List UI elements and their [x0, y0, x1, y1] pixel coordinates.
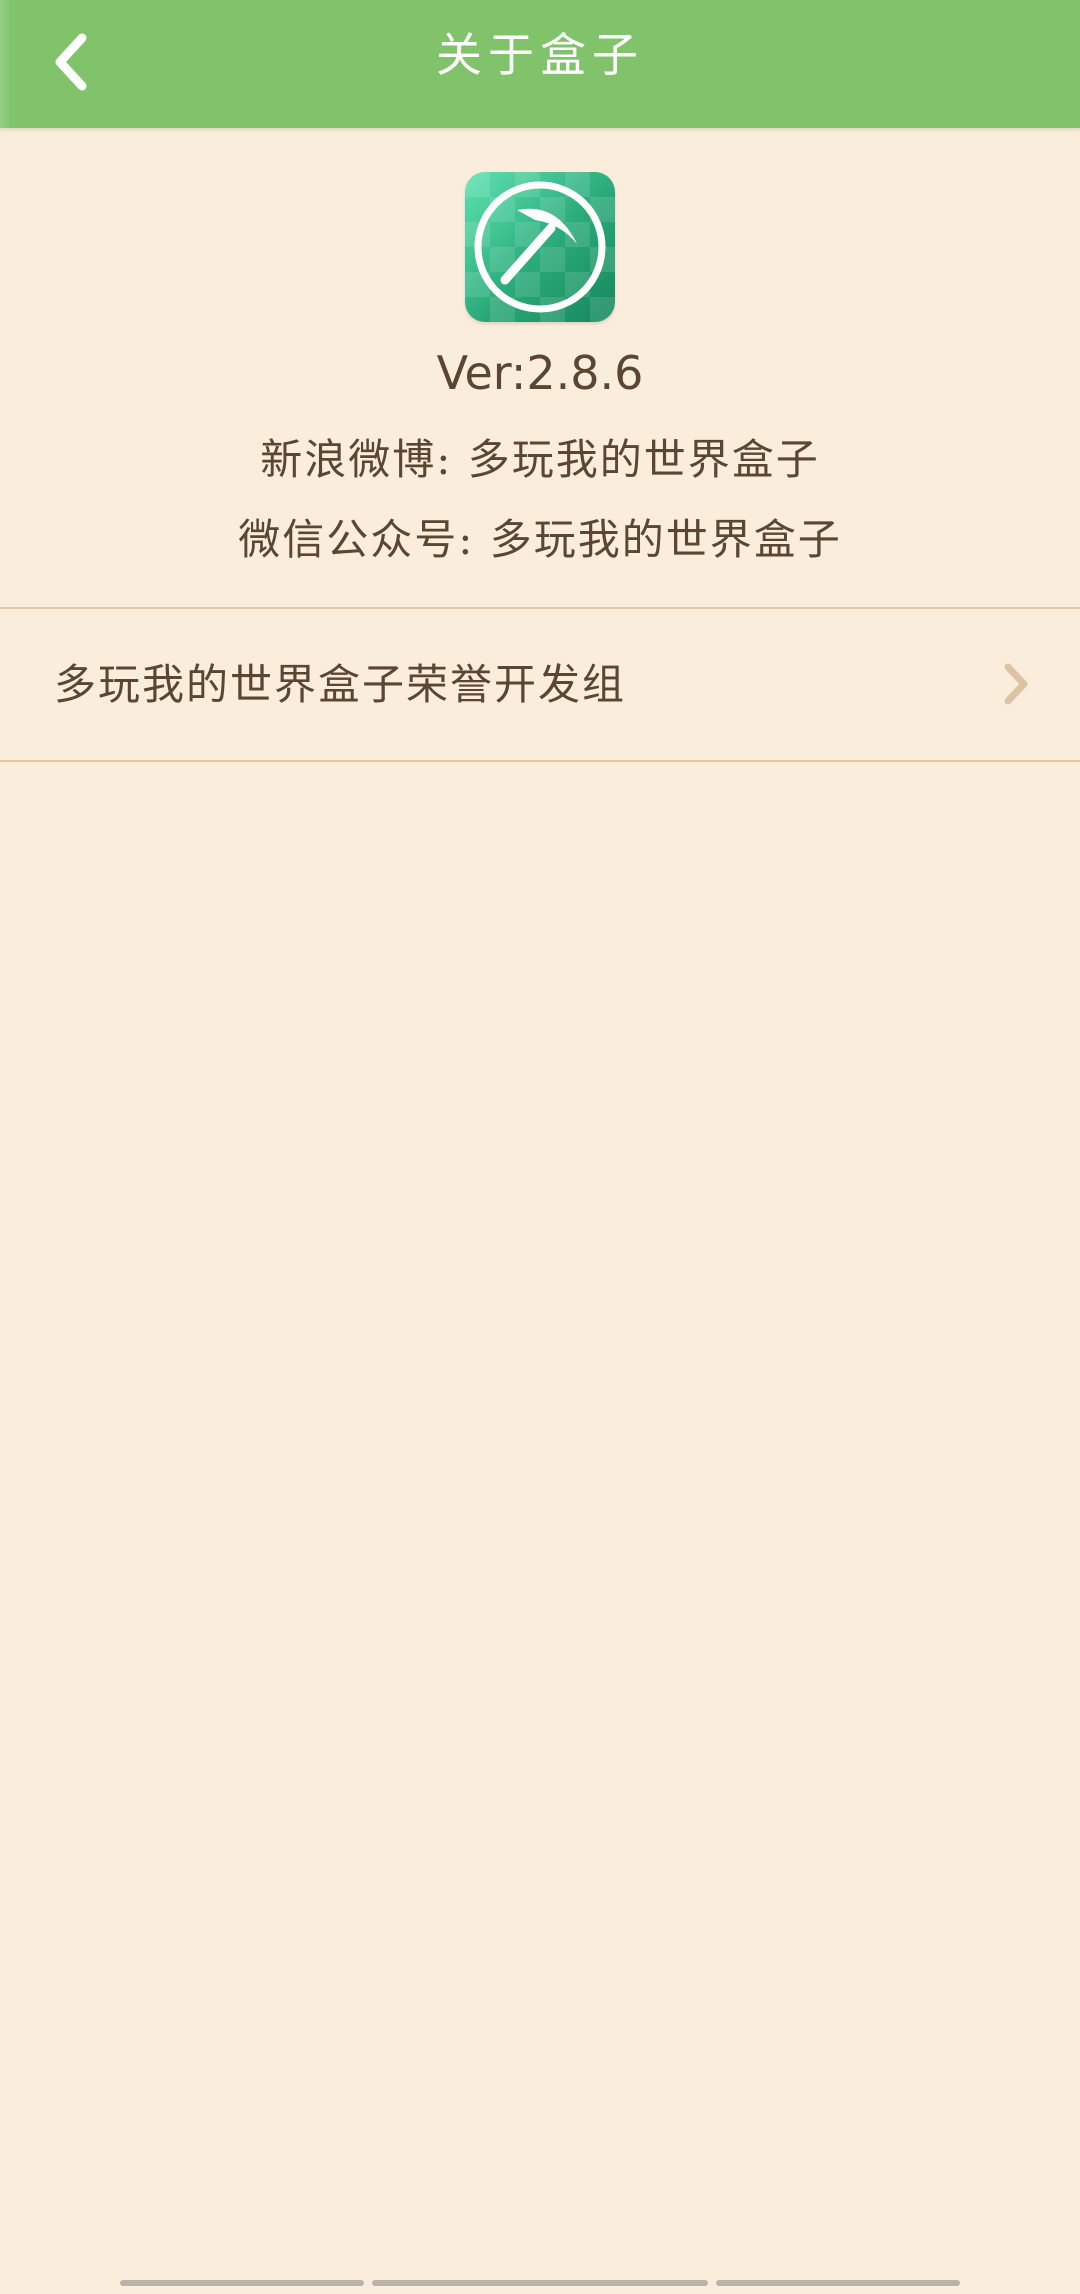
app-bar: 关于盒子	[0, 0, 1080, 128]
gesture-segment-middle	[372, 2280, 708, 2286]
divider	[0, 760, 1080, 762]
gesture-segment-left	[120, 2280, 364, 2286]
wechat-text: 微信公众号: 多玩我的世界盒子	[238, 515, 842, 564]
page-title: 关于盒子	[436, 28, 644, 82]
pickaxe-icon	[465, 172, 615, 322]
gesture-bar	[0, 2280, 1080, 2288]
about-hero: Ver:2.8.6 新浪微博: 多玩我的世界盒子 微信公众号: 多玩我的世界盒子	[0, 128, 1080, 608]
list-item-dev-team[interactable]: 多玩我的世界盒子荣誉开发组	[0, 609, 1080, 760]
gesture-segment-right	[716, 2280, 960, 2286]
app-logo	[465, 172, 615, 322]
list-item-label: 多玩我的世界盒子荣誉开发组	[54, 660, 627, 709]
version-text: Ver:2.8.6	[436, 346, 644, 400]
weibo-text: 新浪微博: 多玩我的世界盒子	[260, 435, 820, 484]
chevron-right-icon	[998, 659, 1034, 709]
